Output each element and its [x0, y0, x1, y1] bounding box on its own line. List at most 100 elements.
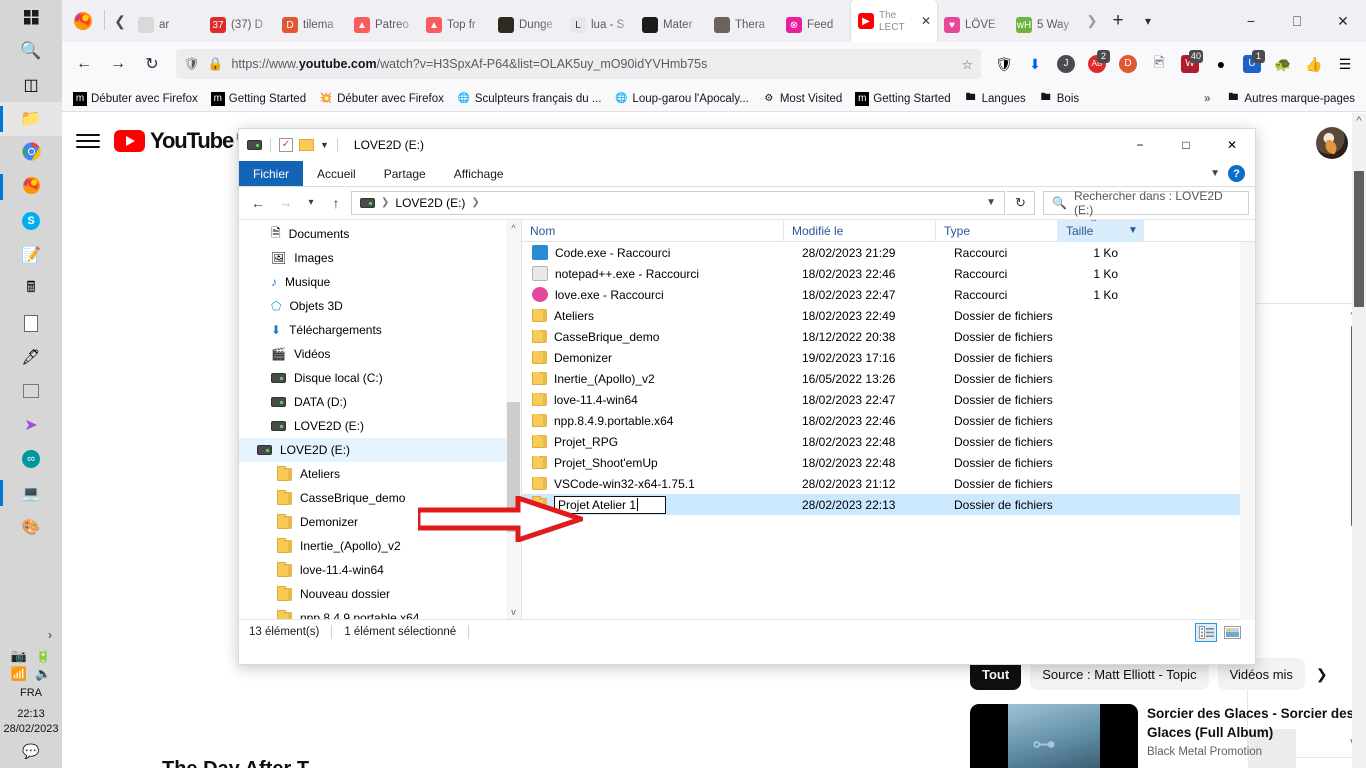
nav-item-data-d[interactable]: DATA (D:) — [239, 390, 521, 414]
explorer-close-button[interactable]: ✕ — [1209, 129, 1255, 161]
details-view-icon[interactable] — [1195, 622, 1217, 642]
account-icon[interactable]: J — [1051, 48, 1081, 80]
breadcrumb-dropdown-icon[interactable]: ▼ — [986, 197, 996, 208]
browser-tab[interactable]: Dunge — [491, 8, 563, 42]
taskbar-notepad[interactable]: 📝 — [0, 238, 62, 272]
notifications-icon[interactable]: 💬 — [22, 743, 39, 760]
browser-tab[interactable]: 37 (37) D — [203, 8, 275, 42]
breadcrumb-separator[interactable]: ❯ — [471, 197, 479, 208]
bookmark-item[interactable]: 💥 Débuter avec Firefox — [314, 90, 449, 108]
file-name-cell[interactable]: Projet_RPG — [522, 434, 794, 449]
battery-icon[interactable]: 🔋 — [35, 648, 51, 664]
browser-tab[interactable]: ♥ LÖVE — [937, 8, 1009, 42]
ribbon-tab-share[interactable]: Partage — [370, 161, 440, 186]
nav-item-ateliers[interactable]: Ateliers — [239, 462, 521, 486]
table-row[interactable]: Projet_RPG 18/02/2023 22:48 Dossier de f… — [522, 431, 1255, 452]
table-row[interactable]: notepad++.exe - Raccourci 18/02/2023 22:… — [522, 263, 1255, 284]
taskbar-calculator[interactable]: 🖩 — [0, 272, 62, 306]
maximize-window-button[interactable]: ⎕ — [1274, 0, 1320, 42]
nav-item-objets3d[interactable]: ⬠ Objets 3D — [239, 294, 521, 318]
breadcrumb-item[interactable]: LOVE2D (E:) — [395, 196, 465, 210]
ribbon-tab-home[interactable]: Accueil — [303, 161, 370, 186]
taskbar-arduino[interactable]: ∞ — [0, 442, 62, 476]
browser-tab[interactable]: wH 5 Way — [1009, 8, 1081, 42]
bookmark-star-icon[interactable]: ☆ — [962, 57, 973, 72]
close-tab-icon[interactable]: ✕ — [921, 14, 931, 28]
taskbar-firefox[interactable] — [0, 170, 62, 204]
shield-icon[interactable]: 🛡 — [184, 57, 200, 72]
explorer-minimize-button[interactable]: − — [1117, 129, 1163, 161]
nav-scroll-up-icon[interactable]: ^ — [506, 223, 521, 233]
table-row[interactable]: Inertie_(Apollo)_v2 16/05/2022 13:26 Dos… — [522, 368, 1255, 389]
new-folder-icon[interactable] — [299, 139, 314, 151]
browser-tab[interactable]: Thera — [707, 8, 779, 42]
taskbar-skype[interactable]: S — [0, 204, 62, 238]
explorer-forward-button[interactable]: → — [273, 190, 299, 216]
properties-icon[interactable]: ✓ — [279, 138, 293, 152]
column-header-size[interactable]: Taille — [1058, 219, 1122, 242]
column-header-type[interactable]: Type — [936, 219, 1058, 242]
column-header-modified[interactable]: Modifié le — [784, 219, 936, 242]
file-name-cell[interactable]: love.exe - Raccourci — [522, 287, 794, 302]
file-name-cell[interactable]: npp.8.4.9.portable.x64 — [522, 413, 794, 428]
table-row[interactable]: love-11.4-win64 18/02/2023 22:47 Dossier… — [522, 389, 1255, 410]
table-row[interactable]: VSCode-win32-x64-1.75.1 28/02/2023 21:12… — [522, 473, 1255, 494]
taskbar-libreoffice[interactable] — [0, 306, 62, 340]
file-name-cell[interactable]: Code.exe - Raccourci — [522, 245, 794, 260]
file-name-cell[interactable]: Projet_Shoot'emUp — [522, 455, 794, 470]
page-scrollbar-thumb[interactable] — [1354, 171, 1364, 307]
show-hidden-icons-button[interactable]: › — [48, 628, 52, 642]
browser-tab[interactable]: Llua - S — [563, 8, 635, 42]
taskbar-cmd[interactable] — [0, 374, 62, 408]
duckduckgo-icon[interactable]: D — [1113, 48, 1143, 80]
taskbar-monitor[interactable]: 💻 — [0, 476, 62, 510]
customize-qat-icon[interactable]: ▼ — [320, 140, 329, 150]
browser-tab[interactable]: ar — [131, 8, 203, 42]
taskbar-paint-tool[interactable]: 🎨 — [0, 510, 62, 544]
explorer-refresh-button[interactable]: ↻ — [1007, 190, 1035, 215]
explorer-maximize-button[interactable]: □ — [1163, 129, 1209, 161]
nav-item-npp-portable[interactable]: npp.8.4.9.portable.x64 — [239, 606, 521, 619]
guide-menu-icon[interactable] — [76, 129, 100, 153]
table-row[interactable]: Demonizer 19/02/2023 17:16 Dossier de fi… — [522, 347, 1255, 368]
table-row[interactable]: npp.8.4.9.portable.x64 18/02/2023 22:46 … — [522, 410, 1255, 431]
forward-button[interactable]: → — [102, 48, 134, 80]
volume-icon[interactable]: 🔈 — [35, 666, 51, 682]
wayback-icon[interactable]: W 40 — [1175, 48, 1205, 80]
taskbar-chrome[interactable] — [0, 136, 62, 170]
column-header-name[interactable]: Nom — [522, 219, 784, 242]
colorpicker-icon[interactable]: ● — [1206, 48, 1236, 80]
file-name-cell[interactable]: Ateliers — [522, 308, 794, 323]
back-button[interactable]: ← — [68, 48, 100, 80]
account-avatar[interactable] — [1316, 127, 1348, 159]
lock-icon[interactable]: 🔒 — [208, 57, 224, 72]
youtube-logo[interactable]: YouTube FR — [114, 128, 248, 154]
adblock-icon[interactable]: AB 2 — [1082, 48, 1112, 80]
downloads-icon[interactable]: ⬇ — [1020, 48, 1050, 80]
tabs-scroll-right-icon[interactable]: ❯ — [1081, 0, 1103, 42]
nav-item-musique[interactable]: ♪ Musique — [239, 270, 521, 294]
recommendation-thumbnail[interactable]: ⊶ — [970, 704, 1138, 768]
other-bookmarks-folder[interactable]: 🖿 Autres marque-pages — [1221, 90, 1360, 108]
reload-button[interactable]: ↻ — [136, 48, 168, 80]
column-options-icon[interactable]: ▼ — [1122, 219, 1144, 242]
clock[interactable]: 22:13 28/02/2023 — [3, 707, 58, 737]
bookmark-folder[interactable]: 🖿 Langues — [959, 90, 1031, 108]
browser-tab[interactable]: ⊗ Feed — [779, 8, 851, 42]
expand-ribbon-icon[interactable]: ▼ — [1210, 168, 1220, 179]
address-bar[interactable]: 🛡 🔒 https://www.youtube.com/watch?v=H3Sp… — [176, 49, 981, 79]
nav-item-love2d-e-selected[interactable]: LOVE2D (E:) — [239, 438, 521, 462]
bookmark-item[interactable]: 🌐 Sculpteurs français du ... — [452, 90, 607, 108]
bookmark-item[interactable]: m Débuter avec Firefox — [68, 90, 203, 108]
umatrix-icon[interactable]: U1 — [1237, 48, 1267, 80]
overflow-chevron-icon[interactable]: » — [1196, 93, 1218, 105]
image-tool-icon[interactable]: 🖻 — [1144, 48, 1174, 80]
recent-locations-icon[interactable]: ▾ — [301, 190, 321, 216]
thumbsup-icon[interactable]: 👍 — [1299, 48, 1329, 80]
nav-item-videos[interactable]: 🎬 Vidéos — [239, 342, 521, 366]
explorer-search-box[interactable]: 🔍 Rechercher dans : LOVE2D (E:) — [1043, 189, 1249, 217]
nav-scroll-down-icon[interactable]: v — [506, 607, 521, 617]
close-window-button[interactable]: ✕ — [1320, 0, 1366, 42]
ribbon-tab-view[interactable]: Affichage — [440, 161, 518, 186]
help-icon[interactable]: ? — [1228, 165, 1245, 182]
